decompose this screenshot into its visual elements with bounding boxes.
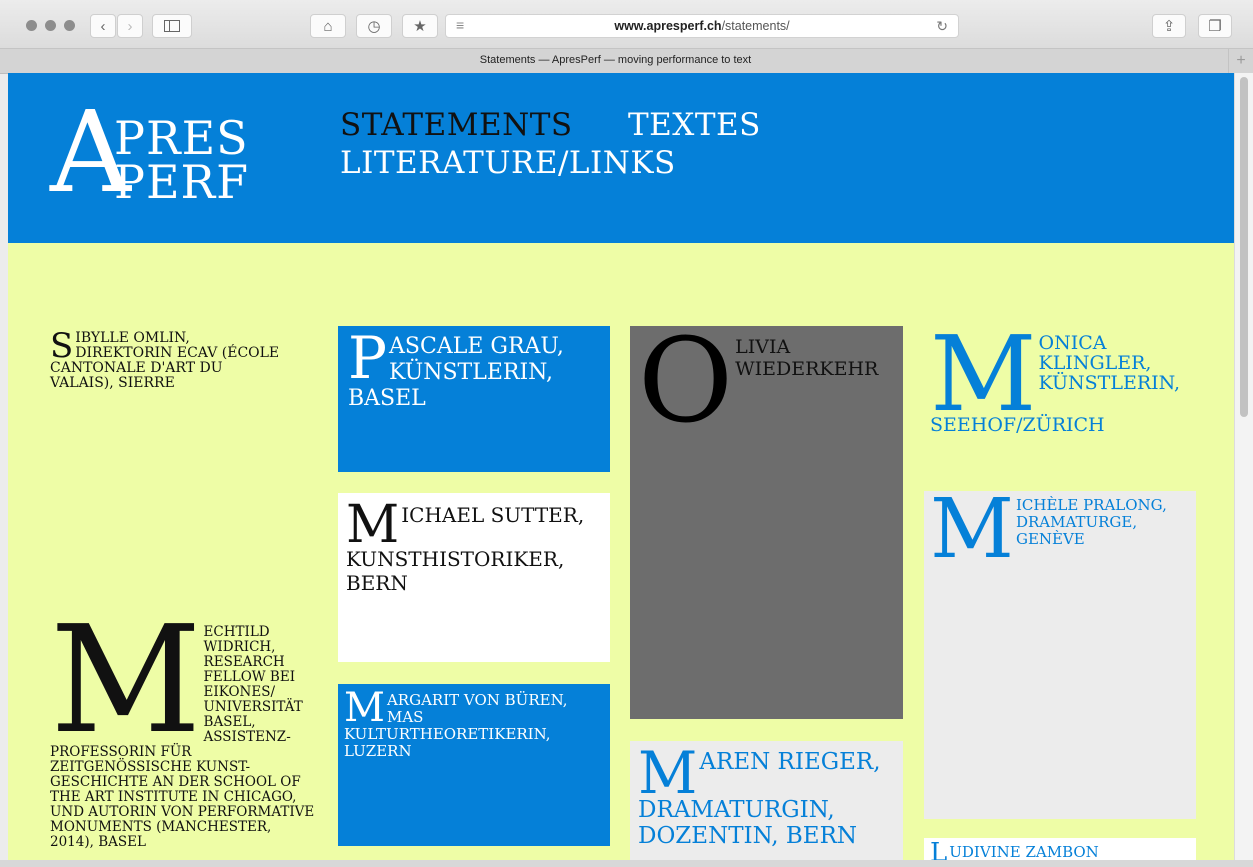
drop-cap: M <box>346 495 400 555</box>
site-logo[interactable]: A PRES PERF <box>50 97 250 223</box>
drop-cap: L <box>930 838 948 860</box>
minimize-window-button[interactable] <box>45 20 56 31</box>
url-host: www.apresperf.ch <box>614 19 722 33</box>
statement-text: UDIVINE ZAMBON <box>949 843 1099 861</box>
home-button[interactable]: ⌂ <box>310 14 346 38</box>
plus-icon: + <box>1236 52 1246 69</box>
drop-cap: M <box>930 313 1037 435</box>
statement-text: IBYLLE OMLIN, DIREKTORIN ECAV (ÉCOLE CAN… <box>50 330 280 391</box>
star-icon: ★ <box>413 18 427 35</box>
bookmarks-button[interactable]: ★ <box>402 14 438 38</box>
tabs-icon: ❐ <box>1208 18 1222 35</box>
new-tab-button[interactable]: + <box>1228 49 1253 73</box>
url-path: /statements/ <box>721 19 790 33</box>
sidebar-button[interactable] <box>152 14 192 38</box>
close-window-button[interactable] <box>26 20 37 31</box>
share-icon: ⇪ <box>1162 18 1176 35</box>
scrollbar-thumb[interactable] <box>1240 77 1248 417</box>
active-tab[interactable]: Statements — ApresPerf — moving performa… <box>8 54 1223 66</box>
statement-card-michele-pralong[interactable]: M ICHÈLE PRALONG, DRAMATURGE, GENÈVE <box>924 482 1196 819</box>
statement-card-ludivine-zambon[interactable]: L UDIVINE ZAMBON <box>924 838 1196 860</box>
drop-cap: O <box>638 314 734 449</box>
site-header: A PRES PERF STATEMENTS TEXTES LITERATURE… <box>8 73 1234 243</box>
statement-text: LIVIA WIEDERKEHR <box>735 336 879 380</box>
nav-link-textes[interactable]: TEXTES <box>628 107 761 143</box>
logo-line-2: PERF <box>114 155 250 209</box>
chevron-right-icon: › <box>127 17 133 35</box>
statement-card-margarit-von-bueren[interactable]: M ARGARIT VON BÜREN, MAS KULTURTHEORETIK… <box>338 684 610 846</box>
drop-cap: M <box>638 739 698 807</box>
back-button[interactable]: ‹ <box>90 14 116 38</box>
window-bottom-edge <box>0 860 1253 867</box>
statement-card-mechtild-widrich[interactable]: M ECHTILD WIDRICH, RESEARCH FELLOW BEI E… <box>50 594 315 850</box>
drop-cap: P <box>348 324 388 392</box>
vertical-scrollbar[interactable] <box>1234 73 1253 860</box>
browser-window: ‹ › ⌂ ◷ ★ ≡ www.apresperf.ch/statements/… <box>0 0 1253 867</box>
zoom-window-button[interactable] <box>64 20 75 31</box>
reload-icon[interactable]: ↻ <box>936 18 948 35</box>
drop-cap: M <box>930 482 1014 577</box>
url-text: www.apresperf.ch/statements/ <box>446 19 958 33</box>
statement-card-michael-sutter[interactable]: M ICHAEL SUTTER, KUNSTHISTORIKER, BERN <box>338 493 610 662</box>
nav-link-statements[interactable]: STATEMENTS <box>340 107 573 143</box>
tab-bar: Statements — ApresPerf — moving performa… <box>0 49 1253 74</box>
statement-card-olivia-wiederkehr[interactable]: O LIVIA WIEDERKEHR <box>630 314 903 719</box>
address-bar[interactable]: ≡ www.apresperf.ch/statements/ ↻ <box>445 14 959 38</box>
forward-button[interactable]: › <box>117 14 143 38</box>
statement-card-sibylle-omlin[interactable]: S IBYLLE OMLIN, DIREKTORIN ECAV (ÉCOLE C… <box>50 326 290 391</box>
statement-card-maren-rieger[interactable]: M AREN RIEGER, DRAMATURGIN, DOZENTIN, BE… <box>630 741 903 860</box>
statement-card-pascale-grau[interactable]: P ASCALE GRAU, KÜNSTLERIN, BASEL <box>338 326 610 472</box>
share-button[interactable]: ⇪ <box>1152 14 1186 38</box>
sidebar-icon <box>164 20 180 32</box>
statement-text: ICHÈLE PRALONG, DRAMATURGE, GENÈVE <box>1015 496 1167 548</box>
tabs-overview-button[interactable]: ❐ <box>1198 14 1232 38</box>
drop-cap: S <box>50 326 74 366</box>
home-icon: ⌂ <box>323 17 333 35</box>
drop-cap: M <box>344 685 385 731</box>
statement-card-monica-klingler[interactable]: M ONICA KLINGLER, KÜNSTLERIN, SEEHOF/ZÜR… <box>924 313 1196 437</box>
history-button[interactable]: ◷ <box>356 14 392 38</box>
nav-link-literature[interactable]: LITERATURE/LINKS <box>340 145 676 181</box>
web-page: A PRES PERF STATEMENTS TEXTES LITERATURE… <box>8 73 1234 860</box>
drop-cap: M <box>50 594 202 766</box>
chevron-left-icon: ‹ <box>100 17 106 35</box>
browser-toolbar: ‹ › ⌂ ◷ ★ ≡ www.apresperf.ch/statements/… <box>0 0 1253 49</box>
clock-icon: ◷ <box>367 18 381 35</box>
